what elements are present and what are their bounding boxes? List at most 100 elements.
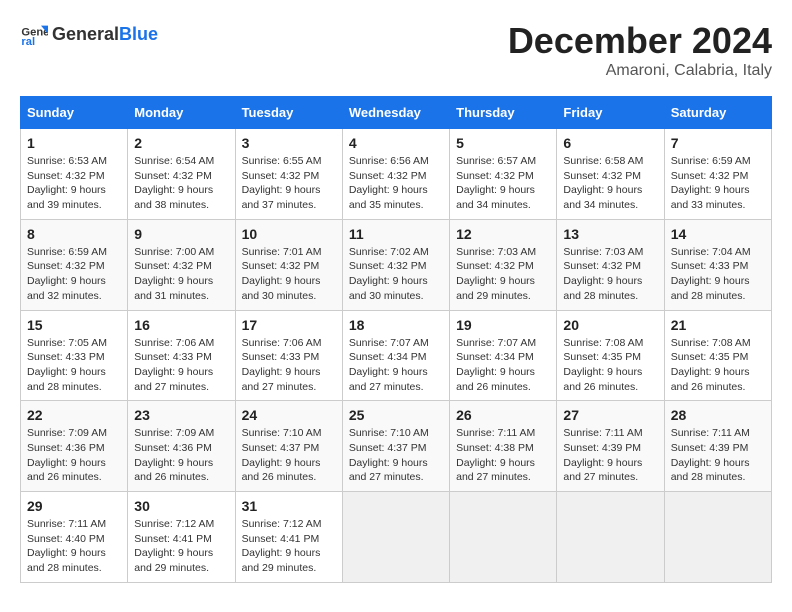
calendar-cell-w5-d2: 30 Sunrise: 7:12 AMSunset: 4:41 PMDaylig…	[128, 492, 235, 583]
day-info: Sunrise: 7:09 AMSunset: 4:36 PMDaylight:…	[27, 427, 107, 483]
calendar-cell-w1-d3: 3 Sunrise: 6:55 AMSunset: 4:32 PMDayligh…	[235, 129, 342, 220]
logo-icon: Gene ral	[20, 20, 48, 48]
page-header: Gene ral GeneralBlue December 2024 Amaro…	[20, 20, 772, 80]
header-thursday: Thursday	[450, 97, 557, 129]
calendar-cell-w2-d4: 11 Sunrise: 7:02 AMSunset: 4:32 PMDaylig…	[342, 219, 449, 310]
day-info: Sunrise: 7:00 AMSunset: 4:32 PMDaylight:…	[134, 246, 214, 302]
day-number: 11	[349, 226, 443, 242]
calendar-cell-w5-d4	[342, 492, 449, 583]
calendar-cell-w4-d1: 22 Sunrise: 7:09 AMSunset: 4:36 PMDaylig…	[21, 401, 128, 492]
calendar-cell-w4-d3: 24 Sunrise: 7:10 AMSunset: 4:37 PMDaylig…	[235, 401, 342, 492]
header-monday: Monday	[128, 97, 235, 129]
calendar-cell-w4-d7: 28 Sunrise: 7:11 AMSunset: 4:39 PMDaylig…	[664, 401, 771, 492]
day-info: Sunrise: 6:53 AMSunset: 4:32 PMDaylight:…	[27, 155, 107, 211]
day-info: Sunrise: 7:03 AMSunset: 4:32 PMDaylight:…	[563, 246, 643, 302]
calendar-cell-w2-d6: 13 Sunrise: 7:03 AMSunset: 4:32 PMDaylig…	[557, 219, 664, 310]
day-number: 7	[671, 135, 765, 151]
calendar-body: 1 Sunrise: 6:53 AMSunset: 4:32 PMDayligh…	[21, 129, 772, 583]
calendar-cell-w4-d2: 23 Sunrise: 7:09 AMSunset: 4:36 PMDaylig…	[128, 401, 235, 492]
day-number: 3	[242, 135, 336, 151]
day-info: Sunrise: 6:57 AMSunset: 4:32 PMDaylight:…	[456, 155, 536, 211]
day-number: 25	[349, 407, 443, 423]
header-saturday: Saturday	[664, 97, 771, 129]
day-info: Sunrise: 6:55 AMSunset: 4:32 PMDaylight:…	[242, 155, 322, 211]
logo-text-general: General	[52, 24, 119, 44]
calendar-cell-w5-d5	[450, 492, 557, 583]
day-number: 9	[134, 226, 228, 242]
day-info: Sunrise: 7:03 AMSunset: 4:32 PMDaylight:…	[456, 246, 536, 302]
day-number: 5	[456, 135, 550, 151]
calendar-cell-w5-d7	[664, 492, 771, 583]
day-info: Sunrise: 7:05 AMSunset: 4:33 PMDaylight:…	[27, 337, 107, 393]
day-number: 21	[671, 317, 765, 333]
calendar-title: December 2024	[508, 20, 772, 62]
calendar-cell-w5-d6	[557, 492, 664, 583]
calendar-cell-w3-d7: 21 Sunrise: 7:08 AMSunset: 4:35 PMDaylig…	[664, 310, 771, 401]
day-number: 4	[349, 135, 443, 151]
day-number: 22	[27, 407, 121, 423]
calendar-cell-w5-d3: 31 Sunrise: 7:12 AMSunset: 4:41 PMDaylig…	[235, 492, 342, 583]
calendar-cell-w1-d2: 2 Sunrise: 6:54 AMSunset: 4:32 PMDayligh…	[128, 129, 235, 220]
day-number: 8	[27, 226, 121, 242]
day-info: Sunrise: 7:01 AMSunset: 4:32 PMDaylight:…	[242, 246, 322, 302]
header-wednesday: Wednesday	[342, 97, 449, 129]
calendar-cell-w1-d6: 6 Sunrise: 6:58 AMSunset: 4:32 PMDayligh…	[557, 129, 664, 220]
calendar-cell-w1-d1: 1 Sunrise: 6:53 AMSunset: 4:32 PMDayligh…	[21, 129, 128, 220]
calendar-cell-w5-d1: 29 Sunrise: 7:11 AMSunset: 4:40 PMDaylig…	[21, 492, 128, 583]
day-number: 10	[242, 226, 336, 242]
day-number: 12	[456, 226, 550, 242]
calendar-cell-w4-d5: 26 Sunrise: 7:11 AMSunset: 4:38 PMDaylig…	[450, 401, 557, 492]
day-number: 24	[242, 407, 336, 423]
day-number: 27	[563, 407, 657, 423]
calendar-cell-w2-d1: 8 Sunrise: 6:59 AMSunset: 4:32 PMDayligh…	[21, 219, 128, 310]
calendar-cell-w3-d4: 18 Sunrise: 7:07 AMSunset: 4:34 PMDaylig…	[342, 310, 449, 401]
calendar-cell-w3-d6: 20 Sunrise: 7:08 AMSunset: 4:35 PMDaylig…	[557, 310, 664, 401]
day-info: Sunrise: 7:06 AMSunset: 4:33 PMDaylight:…	[242, 337, 322, 393]
calendar-cell-w2-d5: 12 Sunrise: 7:03 AMSunset: 4:32 PMDaylig…	[450, 219, 557, 310]
day-info: Sunrise: 7:11 AMSunset: 4:39 PMDaylight:…	[563, 427, 642, 483]
calendar-header-row: Sunday Monday Tuesday Wednesday Thursday…	[21, 97, 772, 129]
day-number: 2	[134, 135, 228, 151]
day-info: Sunrise: 7:11 AMSunset: 4:38 PMDaylight:…	[456, 427, 535, 483]
day-info: Sunrise: 7:12 AMSunset: 4:41 PMDaylight:…	[242, 518, 322, 574]
day-number: 23	[134, 407, 228, 423]
day-info: Sunrise: 7:11 AMSunset: 4:39 PMDaylight:…	[671, 427, 750, 483]
calendar-cell-w1-d5: 5 Sunrise: 6:57 AMSunset: 4:32 PMDayligh…	[450, 129, 557, 220]
calendar-cell-w3-d5: 19 Sunrise: 7:07 AMSunset: 4:34 PMDaylig…	[450, 310, 557, 401]
calendar-week-3: 15 Sunrise: 7:05 AMSunset: 4:33 PMDaylig…	[21, 310, 772, 401]
day-info: Sunrise: 7:02 AMSunset: 4:32 PMDaylight:…	[349, 246, 429, 302]
calendar-week-2: 8 Sunrise: 6:59 AMSunset: 4:32 PMDayligh…	[21, 219, 772, 310]
svg-text:ral: ral	[21, 36, 35, 48]
day-number: 6	[563, 135, 657, 151]
calendar-cell-w1-d7: 7 Sunrise: 6:59 AMSunset: 4:32 PMDayligh…	[664, 129, 771, 220]
day-info: Sunrise: 6:59 AMSunset: 4:32 PMDaylight:…	[671, 155, 751, 211]
day-number: 16	[134, 317, 228, 333]
calendar-week-5: 29 Sunrise: 7:11 AMSunset: 4:40 PMDaylig…	[21, 492, 772, 583]
day-info: Sunrise: 7:06 AMSunset: 4:33 PMDaylight:…	[134, 337, 214, 393]
day-number: 15	[27, 317, 121, 333]
day-info: Sunrise: 6:56 AMSunset: 4:32 PMDaylight:…	[349, 155, 429, 211]
day-info: Sunrise: 6:59 AMSunset: 4:32 PMDaylight:…	[27, 246, 107, 302]
day-info: Sunrise: 7:07 AMSunset: 4:34 PMDaylight:…	[349, 337, 429, 393]
day-number: 1	[27, 135, 121, 151]
day-number: 31	[242, 498, 336, 514]
day-number: 17	[242, 317, 336, 333]
calendar-cell-w4-d6: 27 Sunrise: 7:11 AMSunset: 4:39 PMDaylig…	[557, 401, 664, 492]
day-number: 13	[563, 226, 657, 242]
header-tuesday: Tuesday	[235, 97, 342, 129]
day-number: 18	[349, 317, 443, 333]
day-info: Sunrise: 7:08 AMSunset: 4:35 PMDaylight:…	[563, 337, 643, 393]
day-info: Sunrise: 7:08 AMSunset: 4:35 PMDaylight:…	[671, 337, 751, 393]
day-info: Sunrise: 7:07 AMSunset: 4:34 PMDaylight:…	[456, 337, 536, 393]
calendar-week-1: 1 Sunrise: 6:53 AMSunset: 4:32 PMDayligh…	[21, 129, 772, 220]
day-info: Sunrise: 7:11 AMSunset: 4:40 PMDaylight:…	[27, 518, 106, 574]
logo: Gene ral GeneralBlue	[20, 20, 158, 48]
calendar-subtitle: Amaroni, Calabria, Italy	[508, 62, 772, 80]
calendar-cell-w2-d2: 9 Sunrise: 7:00 AMSunset: 4:32 PMDayligh…	[128, 219, 235, 310]
calendar-cell-w3-d1: 15 Sunrise: 7:05 AMSunset: 4:33 PMDaylig…	[21, 310, 128, 401]
header-sunday: Sunday	[21, 97, 128, 129]
day-number: 28	[671, 407, 765, 423]
day-info: Sunrise: 7:10 AMSunset: 4:37 PMDaylight:…	[242, 427, 322, 483]
day-info: Sunrise: 7:12 AMSunset: 4:41 PMDaylight:…	[134, 518, 214, 574]
day-info: Sunrise: 6:58 AMSunset: 4:32 PMDaylight:…	[563, 155, 643, 211]
